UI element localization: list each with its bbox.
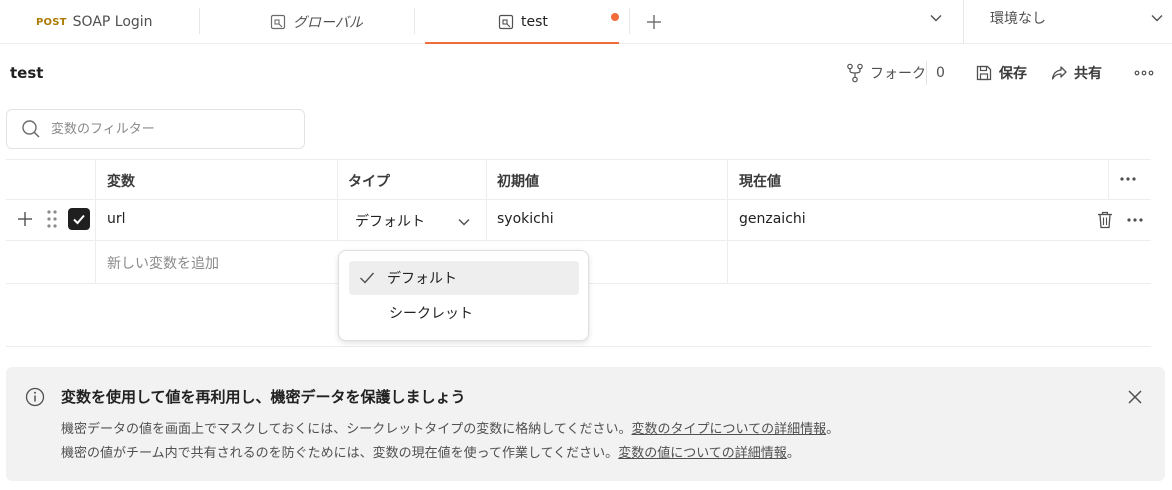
plus-icon — [16, 210, 34, 228]
tab-globals[interactable]: グローバル — [270, 0, 363, 44]
checkmark-icon — [359, 271, 375, 285]
row-enabled-checkbox[interactable] — [68, 208, 90, 230]
banner-period: 。 — [826, 422, 840, 437]
banner-line-1: 機密データの値を画面上でマスクしておくには、シークレットタイプの変数に格納してく… — [61, 418, 839, 437]
tab-list-dropdown[interactable] — [929, 0, 943, 40]
plus-icon — [645, 13, 663, 31]
type-option-default[interactable]: デフォルト — [349, 261, 579, 295]
info-icon — [25, 387, 45, 407]
banner-line-2-text: 機密の値がチーム内で共有されるのを防ぐためには、変数の現在値を使って作業してくだ… — [61, 446, 619, 461]
row-border — [6, 240, 1151, 241]
type-option-label: デフォルト — [387, 271, 457, 287]
tab-soap-login[interactable]: POST SOAP Login — [36, 0, 153, 44]
chevron-down-icon — [929, 11, 943, 25]
column-header-type: タイプ — [348, 174, 390, 190]
tab-label: グローバル — [293, 15, 363, 31]
column-header-current: 現在値 — [739, 174, 781, 190]
type-dropdown-menu: デフォルト シークレット — [338, 250, 589, 341]
banner-period: 。 — [786, 446, 800, 461]
environment-selected: 環境なし — [990, 11, 1046, 27]
share-button[interactable]: 共有 — [1050, 58, 1102, 88]
column-divider — [1108, 159, 1109, 199]
tab-label: SOAP Login — [72, 14, 153, 30]
column-divider — [486, 159, 487, 241]
add-row-button[interactable] — [16, 210, 34, 232]
type-option-secret[interactable]: シークレット — [349, 296, 579, 330]
table-bottom-border — [6, 346, 1151, 347]
more-horizontal-icon — [1134, 70, 1154, 76]
request-method-badge: POST — [36, 16, 67, 28]
environment-dropdown-toggle[interactable] — [1150, 0, 1164, 40]
trash-icon — [1097, 211, 1113, 229]
drag-handle[interactable] — [46, 209, 58, 233]
tab-divider — [414, 8, 415, 34]
save-button[interactable]: 保存 — [975, 58, 1027, 88]
type-option-label: シークレット — [389, 306, 473, 322]
environment-icon — [270, 14, 286, 30]
banner-title: 変数を使用して値を再利用し、機密データを保護しましょう — [61, 388, 466, 406]
column-header-initial: 初期値 — [497, 174, 539, 190]
fork-count-value: 0 — [936, 65, 945, 81]
variable-types-link[interactable]: 変数のタイプについての詳細情報 — [631, 422, 826, 437]
tab-divider — [629, 8, 630, 34]
chevron-down-icon — [457, 215, 471, 229]
share-label: 共有 — [1074, 66, 1102, 82]
more-options-button[interactable] — [1134, 58, 1154, 88]
info-banner: 変数を使用して値を再利用し、機密データを保護しましょう 機密データの値を画面上で… — [6, 367, 1165, 481]
column-divider — [337, 159, 338, 241]
column-divider — [95, 159, 96, 283]
chevron-down-icon — [1150, 11, 1164, 25]
type-select-value: デフォルト — [355, 214, 425, 230]
column-divider — [727, 159, 728, 283]
fork-button[interactable]: フォーク — [846, 58, 926, 88]
new-tab-button[interactable] — [645, 0, 663, 44]
search-icon — [21, 119, 41, 139]
tab-divider — [199, 8, 200, 34]
tab-bar: POST SOAP Login グローバル test 環境なし — [0, 0, 1172, 44]
table-top-border — [6, 159, 1151, 160]
column-options-button[interactable] — [1119, 170, 1137, 192]
tab-test[interactable]: test — [498, 0, 548, 44]
checkmark-icon — [72, 212, 86, 226]
more-horizontal-icon — [1126, 211, 1144, 229]
add-variable-placeholder[interactable]: 新しい変数を追加 — [107, 253, 219, 273]
fork-label: フォーク — [870, 66, 926, 82]
filter-input[interactable] — [51, 121, 291, 137]
close-icon[interactable] — [1127, 389, 1143, 405]
type-select[interactable]: デフォルト — [355, 211, 475, 231]
initial-value-cell[interactable]: syokichi — [497, 211, 554, 227]
environment-icon — [498, 14, 514, 30]
page-title: test — [10, 64, 44, 82]
environment-selector[interactable]: 環境なし — [990, 0, 1046, 36]
tab-divider — [963, 0, 964, 44]
variable-filter[interactable] — [6, 109, 305, 149]
fork-divider — [926, 61, 927, 85]
current-value-cell[interactable]: genzaichi — [739, 211, 806, 227]
fork-icon — [846, 63, 864, 83]
delete-row-button[interactable] — [1097, 211, 1113, 233]
banner-line-2: 機密の値がチーム内で共有されるのを防ぐためには、変数の現在値を使って作業してくだ… — [61, 442, 800, 461]
tab-label: test — [521, 14, 548, 30]
variable-values-link[interactable]: 変数の値についての詳細情報 — [618, 446, 787, 461]
variable-name-cell[interactable]: url — [107, 211, 126, 227]
share-icon — [1050, 64, 1068, 82]
unsaved-changes-dot — [611, 13, 619, 21]
header-row-border — [6, 199, 1151, 200]
save-label: 保存 — [999, 66, 1027, 82]
drag-handle-icon — [46, 209, 58, 229]
active-tab-indicator — [425, 42, 619, 44]
column-header-variable: 変数 — [107, 174, 135, 190]
more-horizontal-icon — [1119, 170, 1137, 188]
row-options-button[interactable] — [1126, 211, 1144, 233]
banner-line-1-text: 機密データの値を画面上でマスクしておくには、シークレットタイプの変数に格納してく… — [61, 422, 632, 437]
fork-count[interactable]: 0 — [936, 58, 945, 88]
save-icon — [975, 64, 993, 82]
